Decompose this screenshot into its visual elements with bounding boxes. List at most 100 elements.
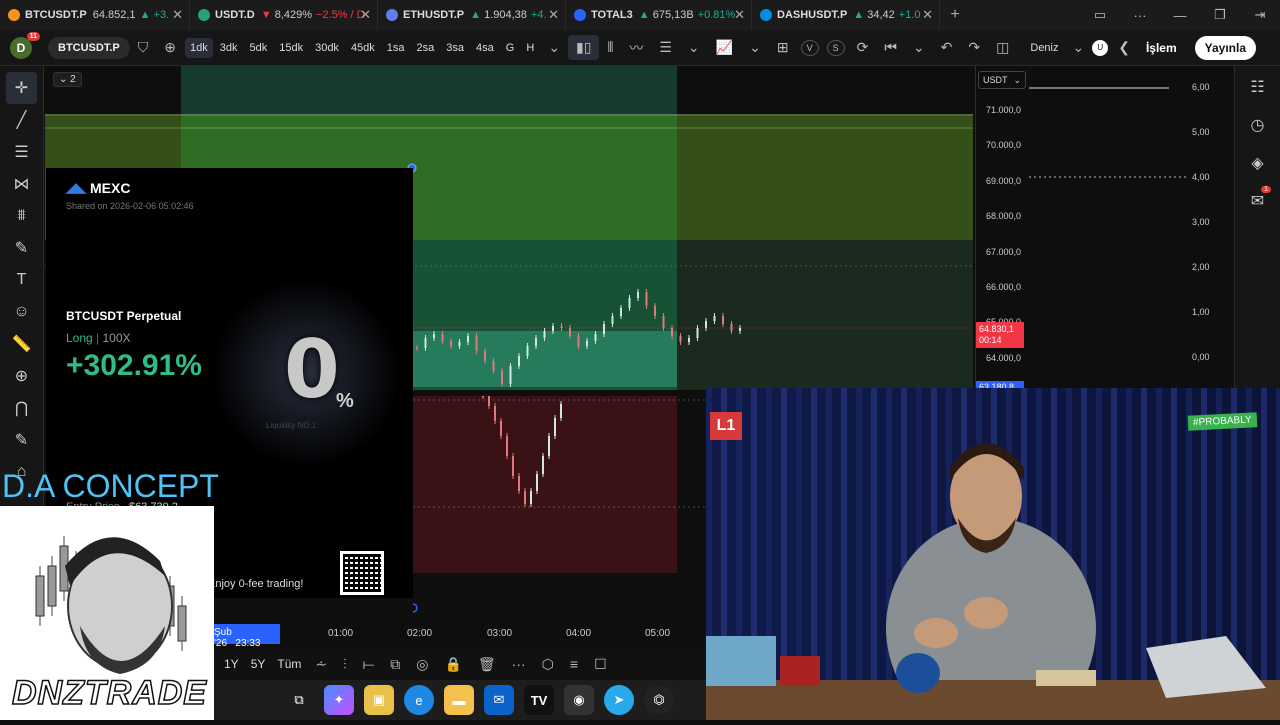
redo-icon[interactable]: ↷ [960, 39, 988, 56]
replay-icon[interactable]: ⏮ [876, 39, 905, 56]
timeframe-30dk[interactable]: 30dk [310, 38, 344, 58]
alarm-clock-icon[interactable]: ◷ [1235, 106, 1280, 144]
trend-line-icon[interactable]: ╱ [0, 104, 43, 136]
close-tab-icon[interactable]: ✕ [172, 7, 183, 23]
tab-ethusdt[interactable]: ETHUSDT.P ▲ 1.904,38 +4. ✕ [378, 0, 566, 30]
lock-icon[interactable]: 🔒 [436, 656, 469, 673]
tab-dashusdt[interactable]: DASHUSDT.P ▲ 34,42 +1.0 ✕ [752, 0, 940, 30]
chevron-down-icon[interactable]: ⌄ [680, 39, 708, 56]
chevron-down-icon[interactable]: ⌄ [741, 39, 769, 56]
new-tab-button[interactable]: + [940, 6, 970, 24]
tradingview-icon[interactable]: TV [524, 685, 554, 715]
trash-icon[interactable]: 🗑 [470, 656, 504, 673]
chrome-icon[interactable]: ◉ [564, 685, 594, 715]
forecast-icon[interactable]: ⩩ [0, 200, 43, 232]
trade-button[interactable]: İşlem [1136, 37, 1187, 59]
timeframe-3dk[interactable]: 3dk [215, 38, 243, 58]
file-explorer-icon[interactable]: ▬ [444, 685, 474, 715]
horizontal-line-icon[interactable]: ⩪ [307, 656, 335, 673]
timeframe-G[interactable]: G [501, 38, 520, 58]
watchlist-icon[interactable]: ☷ [1235, 68, 1280, 106]
comment-icon[interactable]: ☐ [586, 656, 615, 673]
zoom-icon[interactable]: ⊕ [0, 360, 43, 392]
more-icon[interactable]: ··· [1120, 8, 1160, 23]
objects-icon[interactable]: ⧉ [382, 656, 408, 673]
pattern-icon[interactable]: ⋈ [0, 168, 43, 200]
alert-icon[interactable]: ⟳ [849, 39, 877, 56]
chevron-down-icon[interactable]: ⌄ [540, 39, 568, 56]
telegram-icon[interactable]: ➤ [604, 685, 634, 715]
emoji-icon[interactable]: ☺ [0, 296, 43, 328]
line-style-icon[interactable]: 〰 [621, 38, 651, 58]
v-button[interactable]: V [800, 39, 819, 56]
task-view-icon[interactable]: ⧉ [284, 685, 314, 715]
timeframe-H[interactable]: H [521, 38, 539, 58]
tab-total3[interactable]: TOTAL3 ▲ 675,13B +0.81% ✕ [566, 0, 752, 30]
add-symbol-icon[interactable]: ⊕ [156, 39, 184, 56]
tab-usdt-d[interactable]: USDT.D ▼ 8,429% −2.5% / D ✕ [190, 0, 378, 30]
candles-icon[interactable]: ▮▯ [568, 35, 600, 60]
lock-drawing-icon[interactable]: ✎ [0, 424, 43, 456]
close-tab-icon[interactable]: ✕ [922, 7, 933, 23]
exit-icon[interactable]: ⇥ [1240, 7, 1280, 23]
timeframe-15dk[interactable]: 15dk [274, 38, 308, 58]
eye-icon[interactable]: ◎ [408, 656, 436, 673]
app-icon[interactable]: ⏣ [644, 685, 674, 715]
drawing-handle[interactable] [408, 603, 418, 613]
layout-icon[interactable]: ▭ [1080, 7, 1120, 23]
close-tab-icon[interactable]: ✕ [734, 7, 745, 23]
profile-name[interactable]: Deniz [1025, 38, 1063, 58]
currency-select[interactable]: USDT ⌄ [978, 71, 1026, 89]
avatar[interactable]: D 11 [10, 31, 40, 59]
chevron-down-icon[interactable]: ⌄ [905, 39, 933, 56]
more-tools-icon[interactable]: ··· [504, 656, 534, 672]
mail-icon[interactable]: ✉ [484, 685, 514, 715]
close-tab-icon[interactable]: ✕ [360, 7, 371, 23]
shield-icon[interactable]: ⛉ [130, 39, 157, 56]
timeframe-2sa[interactable]: 2sa [412, 38, 440, 58]
layers-icon[interactable]: ◈ [1235, 144, 1280, 182]
store-icon[interactable]: ▣ [364, 685, 394, 715]
s-button[interactable]: S [826, 39, 845, 56]
collapse-icon[interactable]: ❮ [1108, 39, 1132, 56]
timeframe-5dk[interactable]: 5dk [244, 38, 272, 58]
price-axis[interactable]: USDT ⌄ 71.000,0 70.000,0 69.000,0 68.000… [975, 66, 1027, 396]
timeframe-45dk[interactable]: 45dk [346, 38, 380, 58]
timeframe-1sa[interactable]: 1sa [382, 38, 410, 58]
shape-icon[interactable]: ⬡ [534, 656, 562, 673]
profile-avatar[interactable]: U [1092, 39, 1109, 56]
timeframe-4sa[interactable]: 4sa [471, 38, 499, 58]
range-5y[interactable]: 5Y [245, 657, 272, 671]
range-all[interactable]: Tüm [271, 657, 307, 671]
brush-icon[interactable]: ✎ [0, 232, 43, 264]
chart-type-icon[interactable]: 📈 [708, 39, 741, 56]
text-icon[interactable]: T [0, 264, 43, 296]
chevron-down-icon[interactable]: ⌄ [1065, 39, 1093, 56]
timeframe-1dk[interactable]: 1dk [184, 37, 213, 58]
symbol-search-button[interactable]: BTCUSDT.P [48, 36, 130, 59]
crosshair-icon[interactable]: ✛ [6, 72, 37, 104]
fib-icon[interactable]: ☰ [0, 136, 43, 168]
time-axis[interactable]: Şub '26 23:33 01:00 02:00 03:00 04:00 05… [214, 624, 706, 649]
tab-btcusdt[interactable]: BTCUSDT.P 64.852,1 ▲ +3. ✕ [0, 0, 190, 30]
ray-icon[interactable]: ⫶ [335, 656, 355, 673]
magnet-icon[interactable]: ⋂ [0, 392, 43, 424]
grid-layout-icon[interactable]: ⊞ [769, 39, 797, 56]
ruler-icon[interactable]: 📏 [0, 328, 43, 360]
line-icon[interactable]: ⟝ [355, 656, 383, 673]
minimize-icon[interactable]: — [1160, 8, 1200, 23]
timeframe-3sa[interactable]: 3sa [441, 38, 469, 58]
list-icon[interactable]: ☰ [651, 39, 680, 56]
indicators-icon[interactable]: ⫴ [599, 39, 621, 56]
range-1y[interactable]: 1Y [214, 657, 245, 671]
layout-split-icon[interactable]: ◫ [988, 39, 1017, 56]
publish-button[interactable]: Yayınla [1194, 35, 1257, 60]
undo-icon[interactable]: ↶ [933, 39, 961, 56]
indicator-panel[interactable]: 6,00 5,00 4,00 3,00 2,00 1,00 0,00 [1029, 66, 1231, 396]
layout-toggle[interactable]: ⌄ 2 [53, 72, 82, 87]
chat-icon[interactable]: ✉ 1 [1235, 182, 1280, 220]
close-tab-icon[interactable]: ✕ [548, 7, 559, 23]
settings-list-icon[interactable]: ≡ [562, 656, 586, 672]
copilot-icon[interactable]: ✦ [324, 685, 354, 715]
edge-icon[interactable]: e [404, 685, 434, 715]
